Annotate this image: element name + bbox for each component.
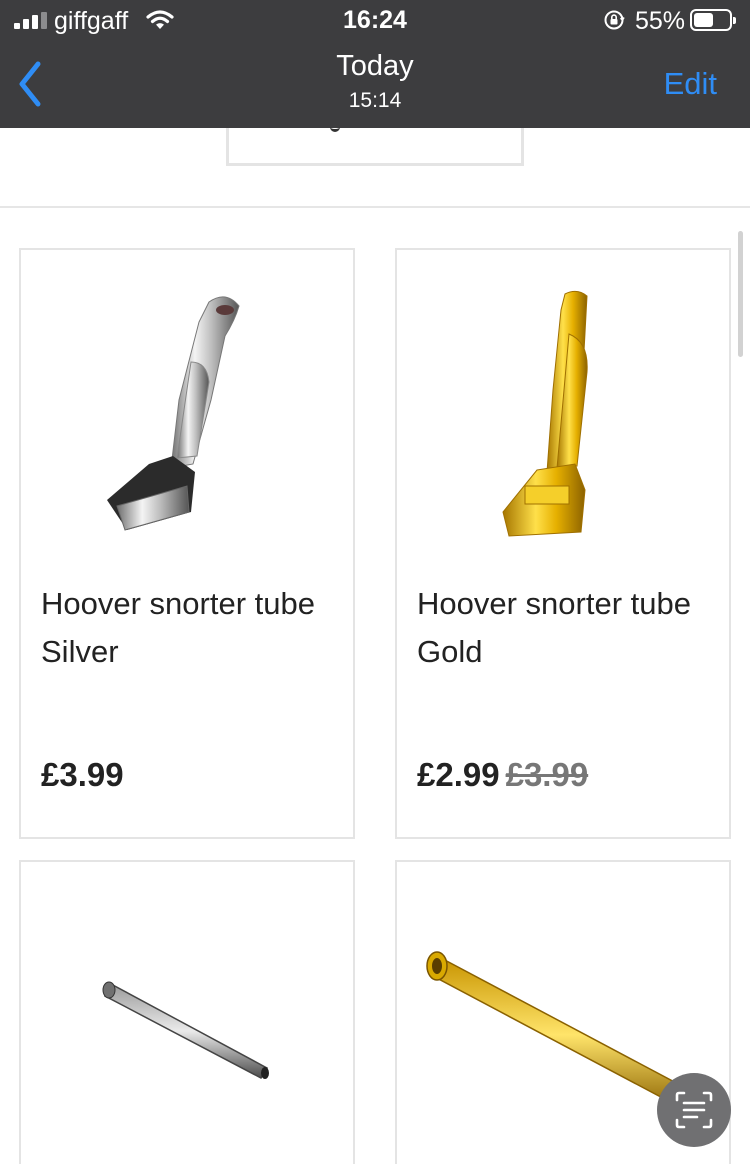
product-name: Hoover snorter tube Silver (41, 586, 315, 669)
battery-percent: 55% (635, 7, 686, 35)
nav-title: Today (336, 50, 414, 82)
product-image-silver-hoover-tube (107, 296, 240, 531)
original-price: £3.99 (505, 756, 589, 793)
scrollbar[interactable] (738, 231, 743, 357)
edit-button[interactable]: Edit (664, 66, 717, 102)
battery-icon (690, 9, 736, 31)
product-name: Hoover snorter tube Gold (417, 586, 691, 669)
current-price: £2.99 (417, 756, 500, 793)
product-image-silver-straight-tube (102, 981, 269, 1079)
orientation-lock-icon (604, 10, 625, 30)
section-divider (0, 206, 750, 208)
product-card[interactable]: Hoover snorter tube Silver £3.99 (19, 248, 355, 839)
header-button-partial[interactable] (226, 128, 524, 166)
product-card[interactable] (19, 860, 355, 1164)
product-card[interactable]: Hoover snorter tube Gold £2.99 £3.99 (395, 248, 731, 839)
current-price: £3.99 (41, 756, 124, 793)
text-scan-button[interactable] (657, 1073, 731, 1147)
product-price: £2.99 £3.99 (417, 756, 588, 794)
status-bar: giffgaff 16:24 55% (0, 0, 750, 40)
text-scan-icon (675, 1091, 713, 1129)
top-bar: giffgaff 16:24 55% Today 15:14 Edit (0, 0, 750, 128)
nav-subtitle: 15:14 (348, 89, 402, 112)
product-image-gold-hoover-tube (502, 290, 588, 537)
product-price: £3.99 (41, 756, 124, 794)
